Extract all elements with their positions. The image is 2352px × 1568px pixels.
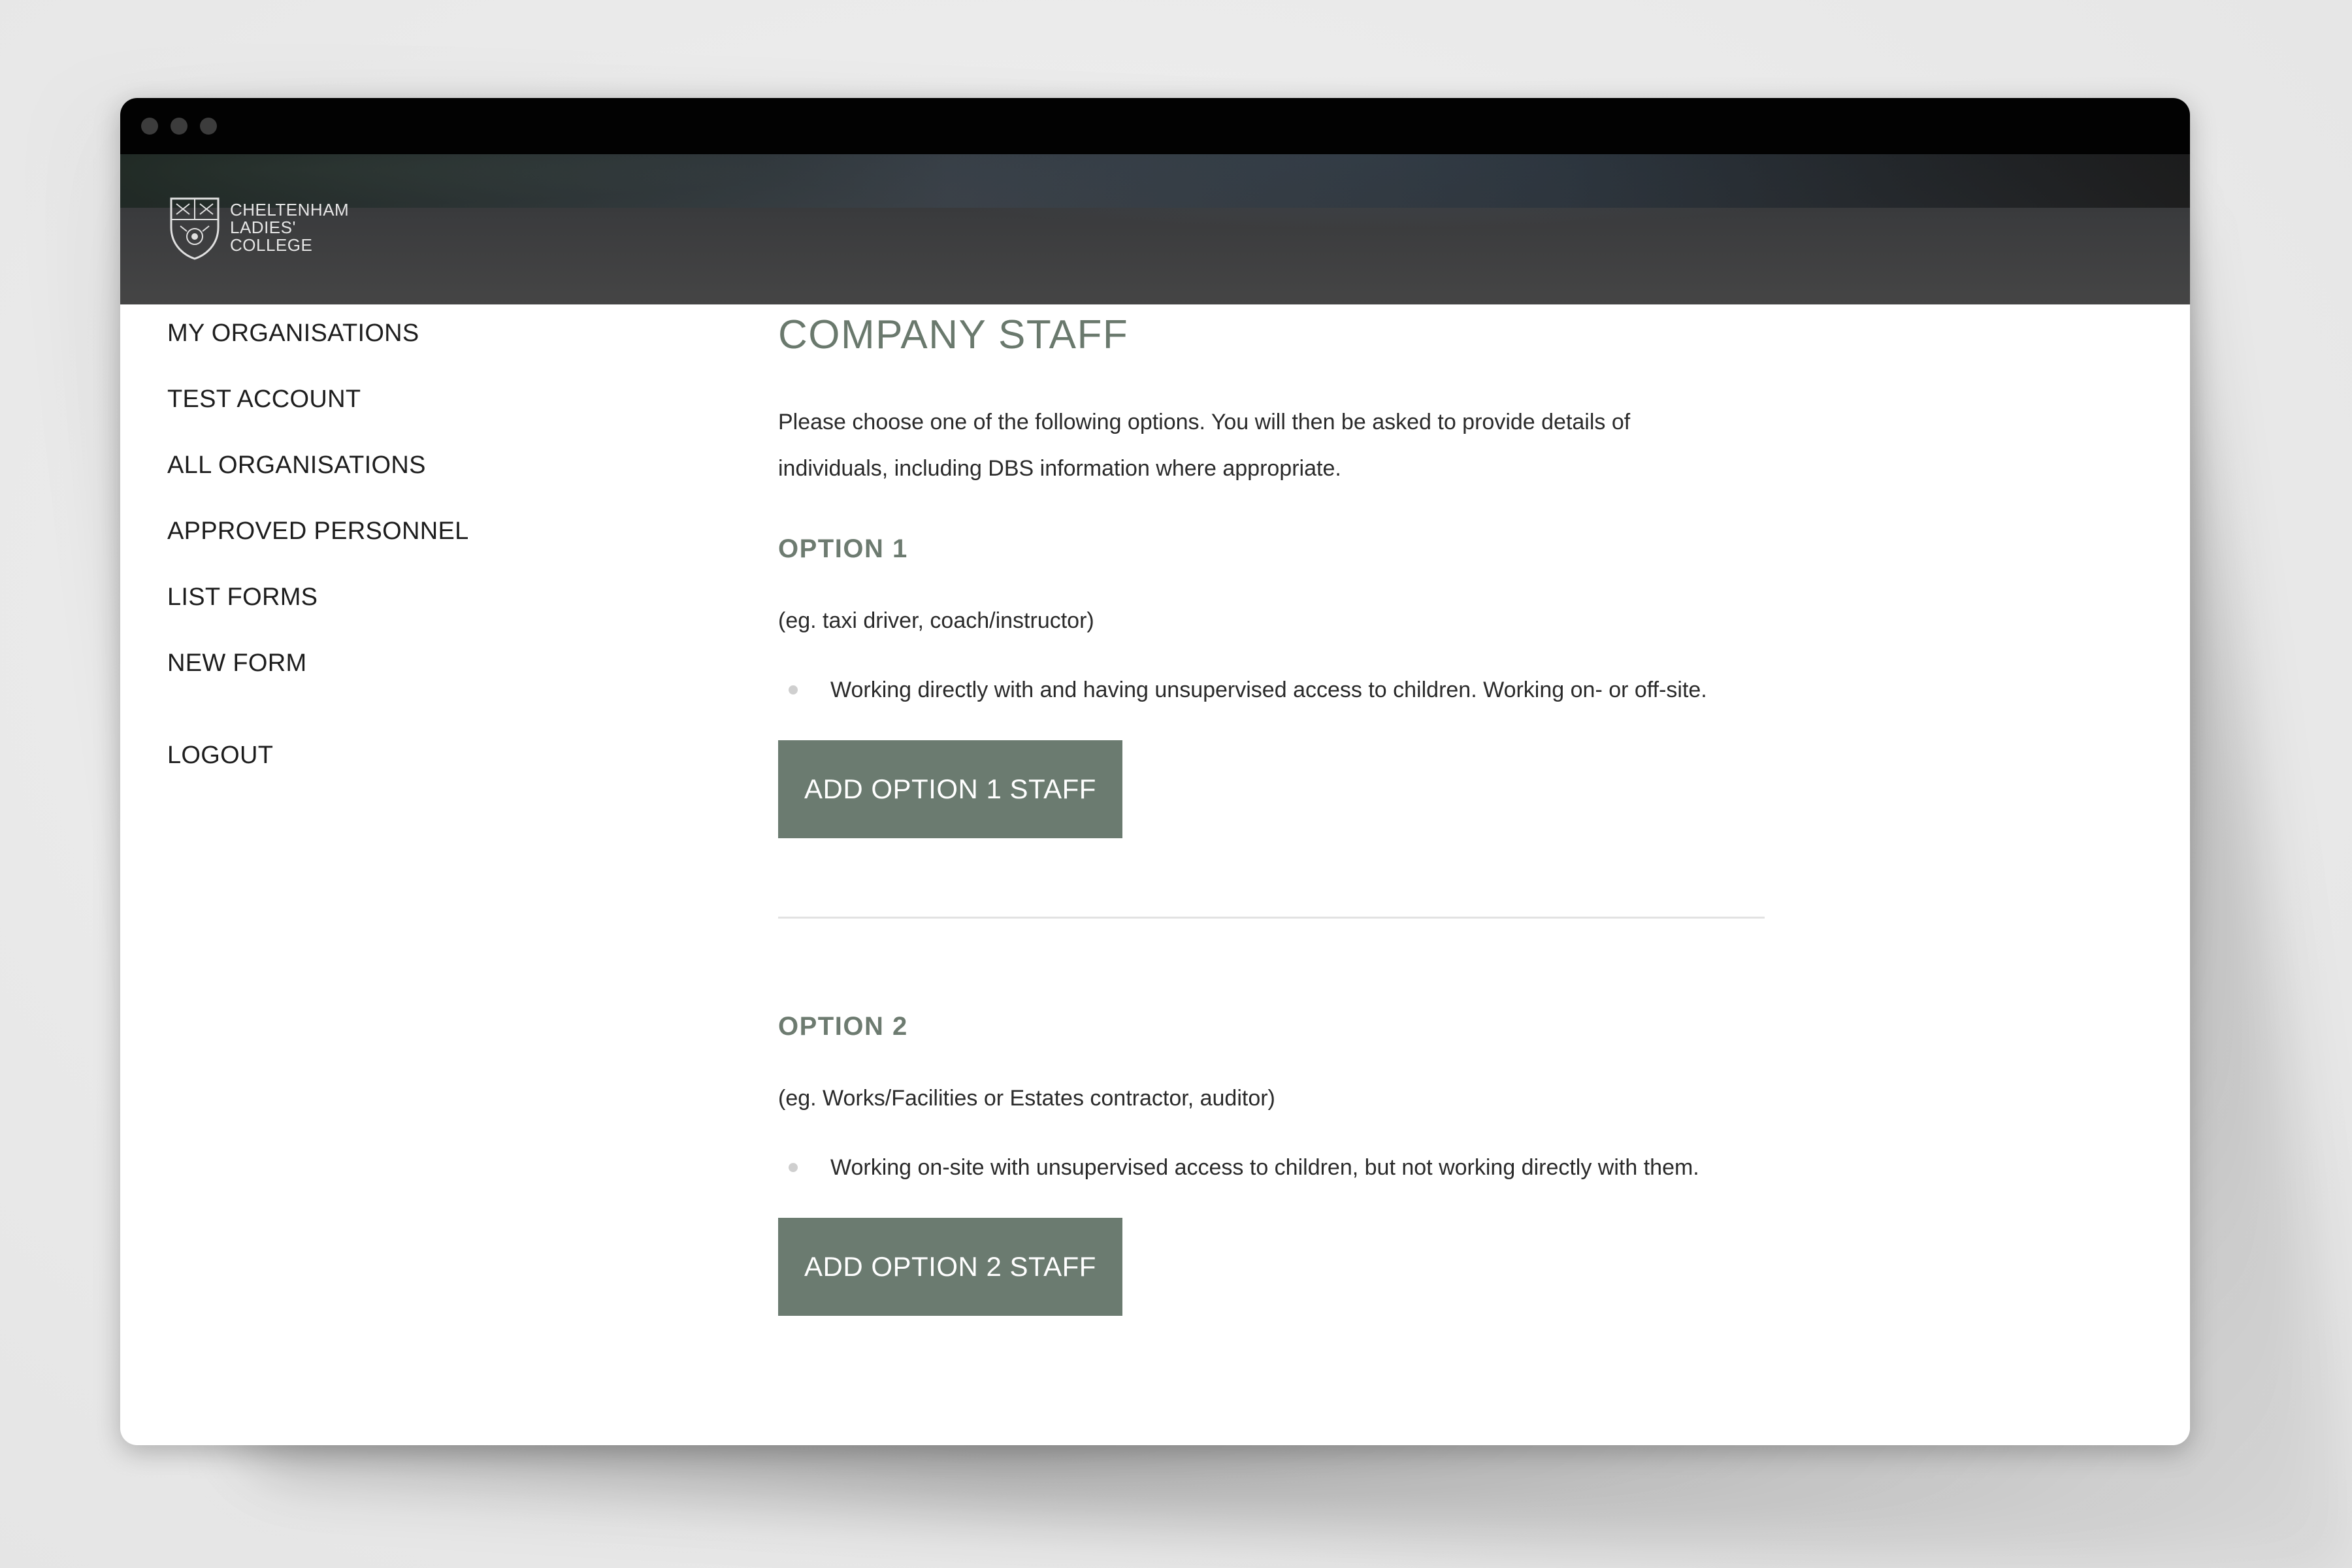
option-description: Working directly with and having unsuper… — [830, 678, 1707, 702]
logo-line: LADIES' — [230, 217, 296, 237]
logo-line: CHELTENHAM — [230, 199, 350, 220]
maximize-window-dot[interactable] — [200, 118, 217, 135]
sidebar-item-approved-personnel[interactable]: APPROVED PERSONNEL — [167, 518, 755, 584]
list-item: Working directly with and having unsuper… — [778, 674, 1771, 706]
main-content: COMPANY STAFF Please choose one of the f… — [778, 309, 1771, 1316]
desktop-background: CHELTENHAM LADIES' COLLEGE MY ORGANISATI… — [0, 0, 2352, 1568]
sidebar-nav: MY ORGANISATIONS TEST ACCOUNT ALL ORGANI… — [167, 320, 755, 808]
add-option-1-staff-button[interactable]: ADD OPTION 1 STAFF — [778, 740, 1122, 838]
option-heading: OPTION 1 — [778, 534, 908, 563]
option-heading: OPTION 2 — [778, 1012, 908, 1041]
banner-image-strip — [120, 154, 2190, 208]
page-title: COMPANY STAFF — [778, 312, 1129, 357]
option-2-section: OPTION 2 (eg. Works/Facilities or Estate… — [778, 1010, 1771, 1316]
sidebar-item-logout[interactable]: LOGOUT — [167, 742, 755, 808]
site-logo[interactable]: CHELTENHAM LADIES' COLLEGE — [167, 193, 349, 261]
close-window-dot[interactable] — [141, 118, 158, 135]
option-example: (eg. taxi driver, coach/instructor) — [778, 608, 1094, 633]
list-item: Working on-site with unsupervised access… — [778, 1151, 1771, 1184]
option-1-section: OPTION 1 (eg. taxi driver, coach/instruc… — [778, 532, 1771, 838]
window-titlebar — [120, 98, 2190, 154]
option-example: (eg. Works/Facilities or Estates contrac… — [778, 1086, 1275, 1111]
sidebar-item-list-forms[interactable]: LIST FORMS — [167, 584, 755, 650]
header-banner — [120, 154, 2190, 304]
sidebar-item-my-organisations[interactable]: MY ORGANISATIONS — [167, 320, 755, 386]
sidebar-item-all-organisations[interactable]: ALL ORGANISATIONS — [167, 452, 755, 518]
section-divider — [778, 917, 1765, 919]
sidebar-item-test-account[interactable]: TEST ACCOUNT — [167, 386, 755, 452]
logo-line: COLLEGE — [230, 235, 313, 255]
logo-wordmark: CHELTENHAM LADIES' COLLEGE — [230, 201, 349, 254]
option-description: Working on-site with unsupervised access… — [830, 1155, 1699, 1180]
minimize-window-dot[interactable] — [171, 118, 188, 135]
bullet-dot-icon — [789, 685, 798, 694]
intro-text: Please choose one of the following optio… — [778, 410, 1631, 481]
sidebar-item-new-form[interactable]: NEW FORM — [167, 650, 755, 716]
bullet-dot-icon — [789, 1163, 798, 1172]
crest-icon — [170, 197, 220, 260]
add-option-2-staff-button[interactable]: ADD OPTION 2 STAFF — [778, 1218, 1122, 1316]
